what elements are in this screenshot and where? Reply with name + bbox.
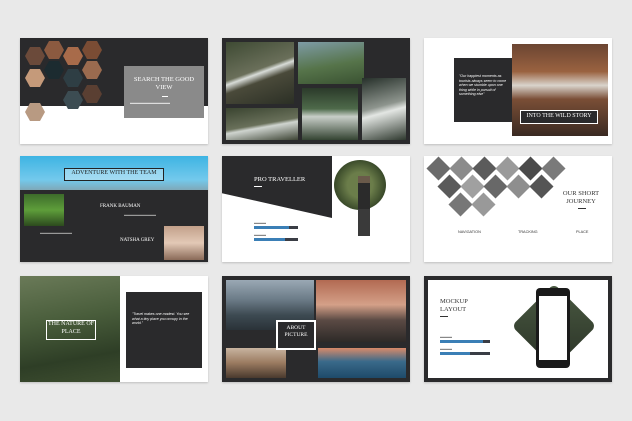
slide-title: PRO TRAVELLER bbox=[254, 176, 306, 183]
placeholder-text: ▬▬▬▬▬▬▬▬ bbox=[124, 212, 156, 217]
avatar bbox=[164, 226, 204, 260]
slide-title: MOCKUP LAYOUT bbox=[440, 298, 468, 313]
waterfall-photo bbox=[362, 78, 406, 140]
quote-text: "Travel makes one modest. You see what a… bbox=[132, 312, 190, 326]
diamond-photo bbox=[471, 192, 496, 217]
progress-fill bbox=[254, 238, 285, 241]
column-label: NAVIGATION bbox=[458, 230, 481, 234]
person-name: FRANK BAUMAN bbox=[100, 204, 141, 209]
progress-fill bbox=[440, 352, 470, 355]
slide-our-short-journey[interactable]: OUR SHORT JOURNEY NAVIGATION TRACKING PL… bbox=[424, 156, 612, 262]
slide-title: OUR SHORT JOURNEY bbox=[562, 190, 600, 205]
waterfall-photo bbox=[298, 42, 364, 84]
slide-the-nature-of-place[interactable]: THE NATURE OF PLACE "Travel makes one mo… bbox=[20, 276, 208, 382]
divider bbox=[440, 316, 448, 317]
progress-bar bbox=[254, 226, 298, 229]
bar-label: ▬▬▬ bbox=[254, 220, 266, 225]
waterfall-photo bbox=[302, 88, 358, 140]
road-photo bbox=[226, 348, 286, 378]
column-label: TRACKING bbox=[518, 230, 538, 234]
feet-photo bbox=[316, 280, 406, 342]
divider bbox=[254, 186, 262, 187]
divider bbox=[578, 208, 586, 209]
sea-photo bbox=[318, 348, 406, 378]
slide-title: THE NATURE OF PLACE bbox=[48, 321, 94, 335]
bar-label: ▬▬▬ bbox=[440, 346, 452, 351]
slide-pro-traveller[interactable]: PRO TRAVELLER ▬▬▬ ▬▬▬ bbox=[222, 156, 410, 262]
progress-fill bbox=[254, 226, 290, 229]
slide-title: INTO THE WILD STORY bbox=[526, 113, 592, 119]
quote-box bbox=[126, 292, 202, 368]
progress-bar bbox=[440, 352, 490, 355]
person-name: NATSHA GREY bbox=[120, 238, 155, 243]
placeholder-text: ▬▬▬▬▬▬▬▬▬▬ bbox=[130, 100, 170, 105]
slide-search-the-good-view[interactable]: SEARCH THE GOOD VIEW ▬▬▬▬▬▬▬▬▬▬ bbox=[20, 38, 208, 144]
dark-band bbox=[222, 156, 332, 218]
slide-about-picture[interactable]: ABOUT PICTURE bbox=[222, 276, 410, 382]
phone-screen bbox=[539, 296, 567, 360]
divider bbox=[162, 96, 168, 97]
slide-adventure-with-the-team[interactable]: ADVENTURE WITH THE TEAM FRANK BAUMAN ▬▬▬… bbox=[20, 156, 208, 262]
slide-title: ABOUT PICTURE bbox=[284, 325, 308, 338]
slide-into-the-wild-story[interactable]: "Our happiest moments as tourists always… bbox=[424, 38, 612, 144]
slide-title: SEARCH THE GOOD VIEW bbox=[133, 76, 195, 91]
slide-title: ADVENTURE WITH THE TEAM bbox=[71, 170, 157, 176]
slide-mockup-layout[interactable]: MOCKUP LAYOUT ▬▬▬ ▬▬▬ bbox=[424, 276, 612, 382]
slide-waterfall-gallery[interactable] bbox=[222, 38, 410, 144]
diamond-photo bbox=[448, 192, 473, 217]
bar-label: ▬▬▬ bbox=[440, 334, 452, 339]
progress-bar bbox=[440, 340, 490, 343]
diamond-photo bbox=[483, 174, 508, 199]
diamond-photo bbox=[541, 156, 566, 181]
progress-bar bbox=[254, 238, 298, 241]
traveller-figure bbox=[358, 176, 370, 236]
title-box bbox=[124, 66, 204, 118]
diamond-photo bbox=[529, 174, 554, 199]
avatar bbox=[24, 194, 64, 226]
waterfall-photo bbox=[226, 42, 294, 104]
placeholder-text: ▬▬▬▬▬▬▬▬ bbox=[40, 230, 72, 235]
diamond-photo bbox=[506, 174, 531, 199]
quote-text: "Our happiest moments as tourists always… bbox=[459, 74, 507, 97]
progress-fill bbox=[440, 340, 483, 343]
column-label: PLACE bbox=[576, 230, 589, 234]
waterfall-photo bbox=[226, 108, 298, 140]
bar-label: ▬▬▬ bbox=[254, 232, 266, 237]
